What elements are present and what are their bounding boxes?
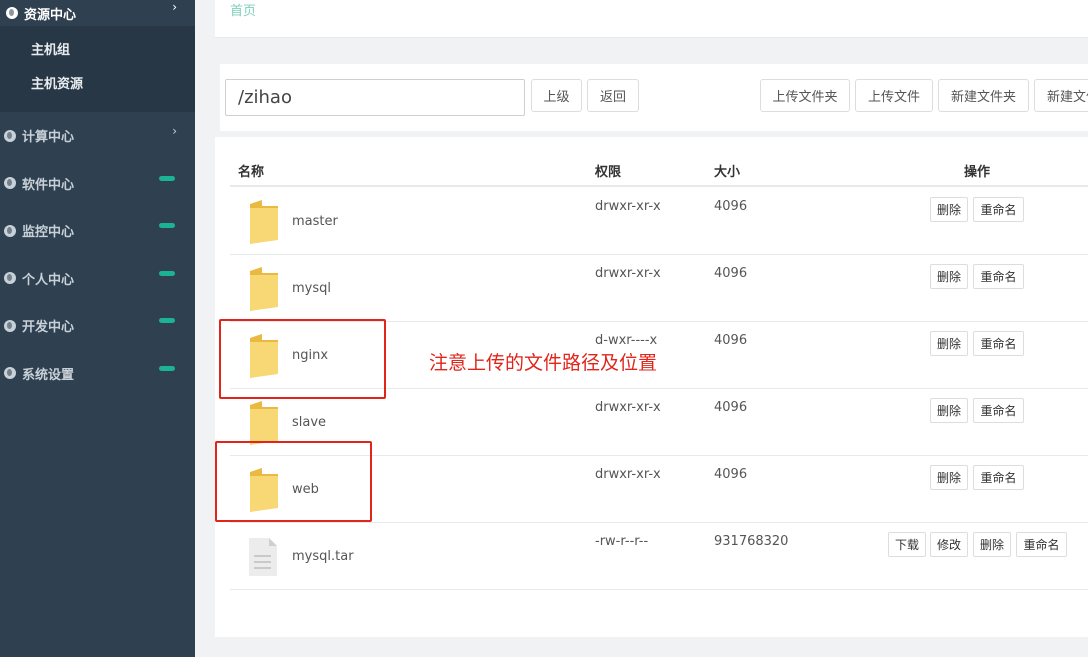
header-name: 名称: [238, 165, 265, 180]
globe-icon: [4, 272, 16, 285]
sidebar-item-resource-center[interactable]: 资源中心 ›: [0, 0, 195, 26]
sidebar-subitem-host-resource[interactable]: 主机资源: [0, 68, 195, 102]
globe-icon: [4, 129, 16, 142]
sidebar-item-dev-center[interactable]: 开发中心: [0, 302, 195, 350]
rename-button[interactable]: 重命名: [973, 398, 1024, 423]
file-size: 4096: [714, 199, 748, 214]
upload-file-button[interactable]: 上传文件: [855, 79, 933, 112]
sidebar: 资源中心 › 主机组 主机资源 计算中心 › 软件中心 监控中心 个人中心 开发…: [0, 0, 195, 657]
folder-icon: [250, 267, 278, 311]
sidebar-item-compute-center[interactable]: 计算中心 ›: [0, 112, 195, 160]
sidebar-item-monitor-center[interactable]: 监控中心: [0, 207, 195, 255]
chevron-right-icon: ›: [172, 124, 177, 138]
header-size: 大小: [714, 165, 741, 180]
header-operations: 操作: [964, 165, 991, 180]
file-size: 4096: [714, 400, 748, 415]
edit-button[interactable]: 修改: [930, 532, 968, 557]
delete-button[interactable]: 删除: [973, 532, 1011, 557]
folder-icon: [250, 200, 278, 244]
status-pill: [159, 270, 175, 276]
file-size: 4096: [714, 266, 748, 281]
up-button[interactable]: 上级: [531, 79, 582, 112]
upload-folder-button[interactable]: 上传文件夹: [760, 79, 850, 112]
sidebar-subitem-host-group[interactable]: 主机组: [0, 34, 195, 68]
table-header: 名称 权限 大小 操作: [230, 151, 1088, 187]
table-row: mysql drwxr-xr-x 4096 删除 重命名: [230, 255, 1088, 322]
delete-button[interactable]: 删除: [930, 197, 968, 222]
new-file-button[interactable]: 新建文件: [1034, 79, 1088, 112]
rename-button[interactable]: 重命名: [973, 465, 1024, 490]
sidebar-item-label: 监控中心: [22, 225, 75, 241]
annotation-note: 注意上传的文件路径及位置: [429, 352, 658, 374]
sidebar-item-label: 软件中心: [22, 177, 75, 193]
file-name[interactable]: master: [292, 214, 338, 229]
file-icon: [249, 538, 277, 576]
path-input[interactable]: [225, 79, 525, 116]
highlight-box-nginx: [219, 319, 386, 399]
download-button[interactable]: 下载: [888, 532, 926, 557]
chevron-right-icon: ›: [172, 0, 177, 14]
back-button[interactable]: 返回: [587, 79, 639, 112]
file-permission: drwxr-xr-x: [595, 467, 661, 482]
sidebar-submenu: 主机组 主机资源: [0, 26, 195, 112]
status-pill: [159, 318, 175, 323]
file-size: 931768320: [714, 534, 789, 549]
header-permission: 权限: [595, 165, 622, 180]
file-permission: drwxr-xr-x: [595, 199, 661, 214]
sidebar-item-software-center[interactable]: 软件中心: [0, 160, 195, 208]
delete-button[interactable]: 删除: [930, 264, 968, 289]
status-pill: [159, 365, 175, 371]
sidebar-item-personal-center[interactable]: 个人中心: [0, 255, 195, 303]
file-permission: -rw-r--r--: [595, 534, 649, 549]
delete-button[interactable]: 删除: [930, 398, 968, 423]
globe-icon: [4, 224, 16, 237]
table-row: master drwxr-xr-x 4096 删除 重命名: [230, 188, 1088, 255]
delete-button[interactable]: 删除: [930, 465, 968, 490]
file-name[interactable]: mysql.tar: [292, 549, 354, 564]
sidebar-item-label: 计算中心: [22, 130, 75, 146]
sidebar-item-label: 开发中心: [22, 320, 75, 336]
file-name[interactable]: slave: [292, 415, 326, 430]
globe-icon: [4, 367, 16, 380]
sidebar-item-system-settings[interactable]: 系统设置: [0, 350, 195, 398]
breadcrumb-home-link[interactable]: 首页: [230, 0, 256, 19]
file-name[interactable]: mysql: [292, 281, 331, 296]
path-toolbar: 上级 返回 上传文件夹 上传文件 新建文件夹 新建文件: [220, 64, 1088, 131]
new-folder-button[interactable]: 新建文件夹: [938, 79, 1029, 112]
sidebar-item-label: 资源中心: [24, 7, 77, 23]
breadcrumb: 首页: [215, 0, 1088, 38]
file-permission: d-wxr----x: [595, 333, 658, 348]
delete-button[interactable]: 删除: [930, 331, 968, 356]
highlight-box-web: [215, 441, 372, 522]
sidebar-item-label: 系统设置: [22, 367, 75, 383]
rename-button[interactable]: 重命名: [973, 197, 1024, 222]
file-permission: drwxr-xr-x: [595, 400, 661, 415]
rename-button[interactable]: 重命名: [973, 331, 1024, 356]
rename-button[interactable]: 重命名: [1016, 532, 1067, 557]
file-size: 4096: [714, 333, 748, 348]
sidebar-item-label: 个人中心: [22, 272, 75, 288]
status-pill: [159, 223, 175, 228]
table-row: mysql.tar -rw-r--r-- 931768320 下载 修改 删除 …: [230, 523, 1088, 590]
status-pill: [159, 175, 175, 181]
file-permission: drwxr-xr-x: [595, 266, 661, 281]
rename-button[interactable]: 重命名: [973, 264, 1024, 289]
globe-icon: [4, 319, 16, 332]
file-size: 4096: [714, 467, 748, 482]
globe-icon: [6, 7, 18, 19]
folder-icon: [250, 401, 278, 445]
globe-icon: [4, 177, 16, 190]
